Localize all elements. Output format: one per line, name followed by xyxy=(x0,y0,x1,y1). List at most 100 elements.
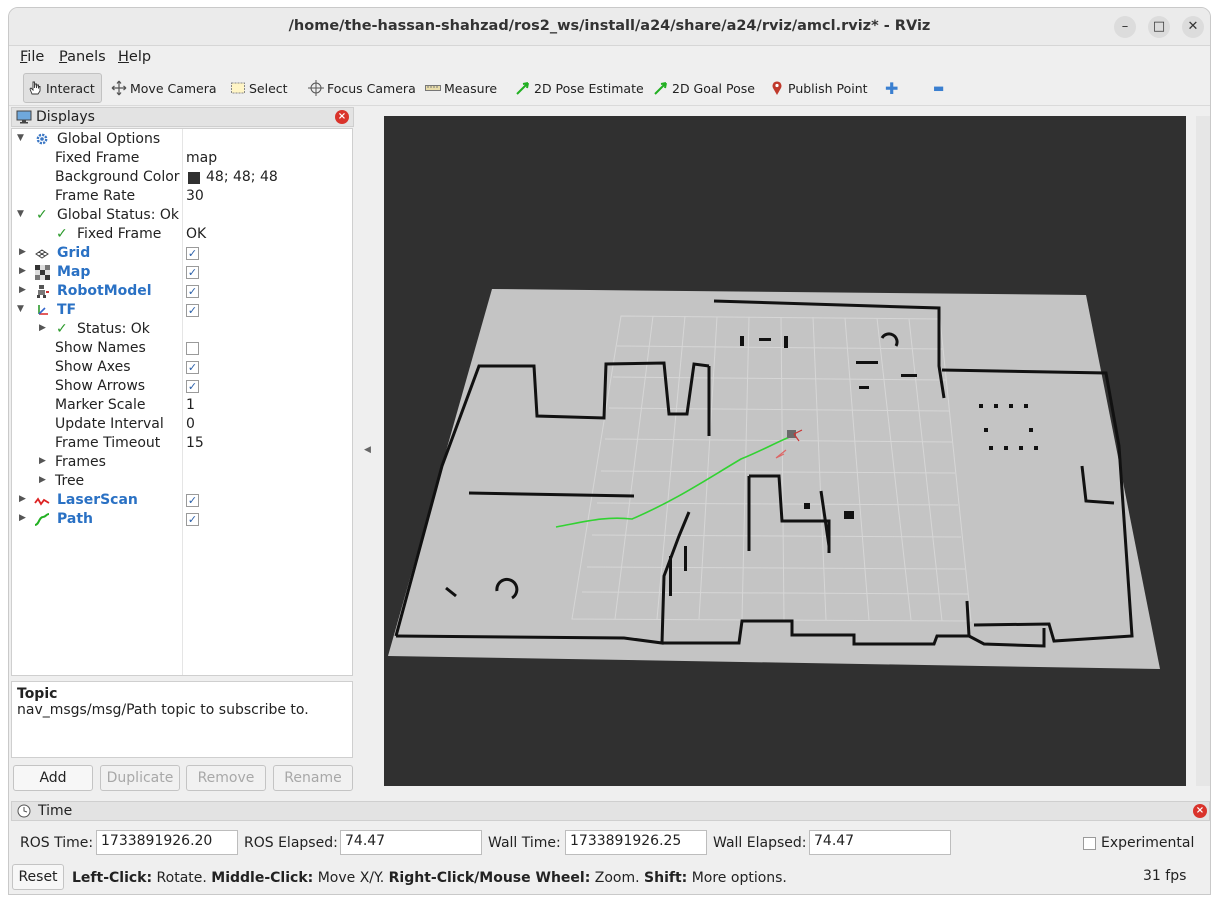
wall-time-label: Wall Time: xyxy=(488,835,561,851)
focus-camera-tool[interactable]: Focus Camera xyxy=(308,73,416,103)
tree-row-status-fixed-frame[interactable]: ✓ Fixed Frame OK xyxy=(12,226,352,245)
hand-cursor-icon xyxy=(27,80,43,96)
ros-elapsed-field[interactable]: 74.47 xyxy=(340,830,482,855)
menu-panels[interactable]: Panels xyxy=(59,49,106,65)
add-tool-button[interactable]: ✚ xyxy=(885,73,898,103)
remove-tool-button[interactable]: ▬ xyxy=(933,73,944,103)
select-tool[interactable]: Select xyxy=(230,73,288,103)
tree-row-global-options[interactable]: ▼ Global Options xyxy=(12,131,352,150)
right-dock-collapse-bar[interactable] xyxy=(1196,116,1210,786)
show-arrows-checkbox[interactable]: ✓ xyxy=(186,380,199,393)
tf-enabled-checkbox[interactable]: ✓ xyxy=(186,304,199,317)
tree-row-background-color[interactable]: Background Color 48; 48; 48 xyxy=(12,169,352,188)
2d-goal-pose-tool[interactable]: 2D Goal Pose xyxy=(653,73,755,103)
tree-row-grid[interactable]: ▶ Grid ✓ xyxy=(12,245,352,264)
laser-scan-enabled-checkbox[interactable]: ✓ xyxy=(186,494,199,507)
map-icon xyxy=(35,265,50,284)
expand-arrow-icon[interactable]: ▶ xyxy=(19,494,26,504)
experimental-checkbox[interactable] xyxy=(1083,837,1096,850)
robot-model-enabled-checkbox[interactable]: ✓ xyxy=(186,285,199,298)
map-enabled-checkbox[interactable]: ✓ xyxy=(186,266,199,279)
tree-row-show-names[interactable]: Show Names xyxy=(12,340,352,359)
tree-row-frame-rate[interactable]: Frame Rate 30 xyxy=(12,188,352,207)
description-title: Topic xyxy=(17,686,58,702)
grid-enabled-checkbox[interactable]: ✓ xyxy=(186,247,199,260)
menu-help[interactable]: Help xyxy=(118,49,151,65)
collapse-arrow-icon[interactable]: ▼ xyxy=(17,304,24,314)
toolbar: Interact Move Camera Select Focus Camera… xyxy=(9,70,1210,106)
monitor-icon xyxy=(16,110,32,128)
tree-row-tf[interactable]: ▼ TF ✓ xyxy=(12,302,352,321)
ruler-icon xyxy=(425,80,441,96)
tree-row-show-axes[interactable]: Show Axes ✓ xyxy=(12,359,352,378)
menu-file[interactable]: File xyxy=(20,49,44,65)
tree-row-robot-model[interactable]: ▶ RobotModel ✓ xyxy=(12,283,352,302)
collapse-arrow-icon[interactable]: ▼ xyxy=(17,209,24,219)
show-axes-checkbox[interactable]: ✓ xyxy=(186,361,199,374)
status-ok-check-icon: ✓ xyxy=(36,207,48,223)
path-icon xyxy=(34,512,50,531)
add-display-button[interactable]: Add xyxy=(13,765,93,791)
rviz-window: /home/the-hassan-shahzad/ros2_ws/install… xyxy=(8,7,1211,895)
move-camera-tool[interactable]: Move Camera xyxy=(111,73,217,103)
displays-panel: Displays × ▼ Global Options Fixed Frame … xyxy=(11,107,354,799)
ros-time-field[interactable]: 1733891926.20 xyxy=(96,830,238,855)
ros-time-label: ROS Time: xyxy=(20,835,94,851)
tree-row-fixed-frame[interactable]: Fixed Frame map xyxy=(12,150,352,169)
status-hint: Left-Click: Rotate. Middle-Click: Move X… xyxy=(72,870,787,886)
tree-row-laser-scan[interactable]: ▶ LaserScan ✓ xyxy=(12,492,352,511)
close-time-button[interactable]: × xyxy=(1193,804,1207,818)
gear-icon xyxy=(35,132,49,150)
duplicate-display-button[interactable]: Duplicate xyxy=(100,765,180,791)
green-arrow-icon xyxy=(653,80,669,96)
wall-time-field[interactable]: 1733891926.25 xyxy=(565,830,707,855)
tree-row-update-interval[interactable]: Update Interval 0 xyxy=(12,416,352,435)
path-enabled-checkbox[interactable]: ✓ xyxy=(186,513,199,526)
expand-arrow-icon[interactable]: ▶ xyxy=(39,456,46,466)
tree-row-tree[interactable]: ▶ Tree xyxy=(12,473,352,492)
expand-arrow-icon[interactable]: ▶ xyxy=(39,323,46,333)
measure-tool[interactable]: Measure xyxy=(425,73,497,103)
expand-arrow-icon[interactable]: ▶ xyxy=(19,266,26,276)
maximize-button[interactable]: □ xyxy=(1148,16,1170,38)
displays-tree[interactable]: ▼ Global Options Fixed Frame map Backgro… xyxy=(11,128,353,676)
tree-row-frame-timeout[interactable]: Frame Timeout 15 xyxy=(12,435,352,454)
close-displays-button[interactable]: × xyxy=(335,110,349,124)
property-description: Topic nav_msgs/msg/Path topic to subscri… xyxy=(11,681,353,758)
3d-render-view[interactable] xyxy=(384,116,1186,786)
tree-row-map[interactable]: ▶ Map ✓ xyxy=(12,264,352,283)
displays-title: Displays xyxy=(36,109,95,125)
tree-row-frames[interactable]: ▶ Frames xyxy=(12,454,352,473)
tf-axes-icon xyxy=(35,303,50,322)
wall-elapsed-field[interactable]: 74.47 xyxy=(809,830,951,855)
collapse-arrow-icon[interactable]: ▼ xyxy=(17,133,24,143)
select-box-icon xyxy=(230,80,246,96)
displays-header: Displays × xyxy=(11,107,354,127)
reset-button[interactable]: Reset xyxy=(12,864,64,890)
color-swatch[interactable] xyxy=(188,172,200,184)
time-panel: Time × ROS Time: 1733891926.20 ROS Elaps… xyxy=(11,801,1210,894)
tree-row-show-arrows[interactable]: Show Arrows ✓ xyxy=(12,378,352,397)
expand-arrow-icon[interactable]: ▶ xyxy=(39,475,46,485)
minimize-button[interactable]: – xyxy=(1114,16,1136,38)
show-names-checkbox[interactable] xyxy=(186,342,199,355)
fixed-frame-value[interactable]: map xyxy=(186,150,217,166)
remove-display-button[interactable]: Remove xyxy=(186,765,266,791)
fps-counter: 31 fps xyxy=(1143,868,1187,884)
expand-arrow-icon[interactable]: ▶ xyxy=(19,285,26,295)
tree-row-tf-status[interactable]: ▶ ✓ Status: Ok xyxy=(12,321,352,340)
expand-arrow-icon[interactable]: ▶ xyxy=(19,247,26,257)
tree-row-global-status[interactable]: ▼ ✓ Global Status: Ok xyxy=(12,207,352,226)
status-ok-check-icon: ✓ xyxy=(56,226,68,242)
2d-pose-estimate-tool[interactable]: 2D Pose Estimate xyxy=(515,73,644,103)
collapse-left-arrow-icon[interactable]: ◀ xyxy=(364,445,371,455)
map-visualization xyxy=(388,289,1160,669)
tree-row-path[interactable]: ▶ Path ✓ xyxy=(12,511,352,530)
rename-display-button[interactable]: Rename xyxy=(273,765,353,791)
interact-tool[interactable]: Interact xyxy=(23,73,102,103)
close-window-button[interactable]: ✕ xyxy=(1182,16,1204,38)
green-arrow-icon xyxy=(515,80,531,96)
expand-arrow-icon[interactable]: ▶ xyxy=(19,513,26,523)
publish-point-tool[interactable]: Publish Point xyxy=(769,73,868,103)
tree-row-marker-scale[interactable]: Marker Scale 1 xyxy=(12,397,352,416)
